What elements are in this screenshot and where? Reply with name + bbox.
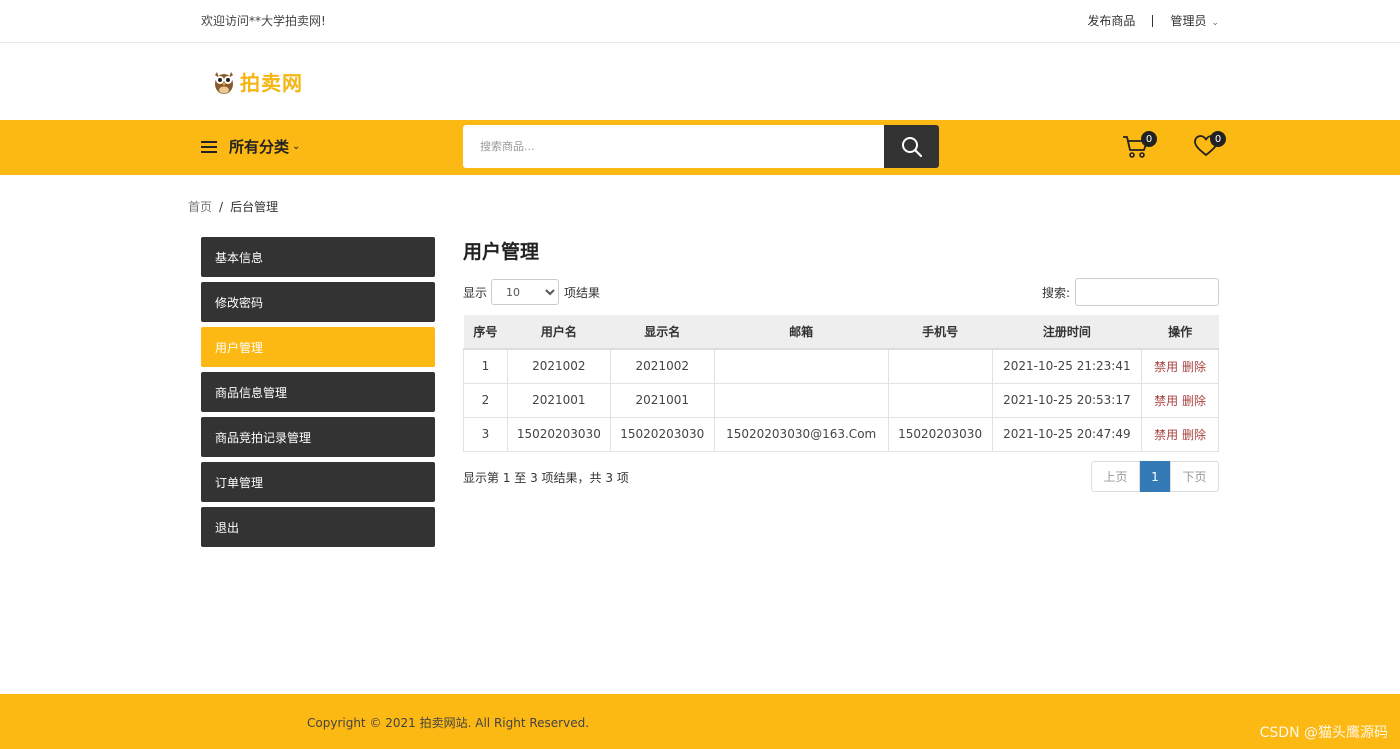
delete-link[interactable]: 删除 [1182, 428, 1206, 442]
page-title: 用户管理 [463, 241, 540, 263]
column-header[interactable]: 手机号 [888, 315, 993, 350]
top-bar: 欢迎访问**大学拍卖网! 发布商品 管理员 ⌄ [0, 0, 1400, 43]
chevron-down-icon: ⌄ [1211, 18, 1219, 28]
sidebar-item-bid-records[interactable]: 商品竞拍记录管理 [201, 417, 435, 457]
cart-count-badge: 0 [1141, 131, 1157, 147]
length-suffix: 项结果 [564, 285, 601, 300]
cell-email [713, 349, 889, 384]
top-bar-links: 发布商品 管理员 ⌄ [1087, 12, 1219, 29]
breadcrumb-home[interactable]: 首页 [188, 200, 212, 214]
cell-username: 2021001 [506, 382, 611, 418]
owl-logo-icon [215, 71, 233, 94]
delete-link[interactable]: 删除 [1182, 360, 1206, 374]
filter-label: 搜索: [1041, 285, 1070, 300]
search-icon [901, 136, 922, 157]
sidebar-item-user-management[interactable]: 用户管理 [201, 327, 435, 367]
main-content: 用户管理 显示 10 项结果 搜索: 序号 用户名 显示名 邮箱 手机号 注册时… [463, 237, 1219, 492]
all-categories-menu[interactable]: 所有分类 ⌄ [201, 136, 300, 157]
hamburger-icon [201, 140, 217, 153]
cell-register-time: 2021-10-25 20:47:49 [991, 416, 1143, 452]
disable-link[interactable]: 禁用 [1154, 360, 1178, 374]
publish-link[interactable]: 发布商品 [1087, 12, 1135, 29]
disable-link[interactable]: 禁用 [1154, 394, 1178, 408]
copyright-text: Copyright © 2021 拍卖网站. All Right Reserve… [307, 716, 590, 730]
breadcrumb: 首页 / 后台管理 [188, 198, 278, 215]
sidebar-item-orders[interactable]: 订单管理 [201, 462, 435, 502]
cell-register-time: 2021-10-25 21:23:41 [991, 349, 1143, 384]
cell-no: 1 [463, 349, 508, 384]
table-row: 3 15020203030 15020203030 15020203030@16… [463, 416, 1219, 452]
table-row: 2 2021001 2021001 2021-10-25 20:53:17 禁用… [463, 382, 1219, 418]
search-button[interactable] [884, 125, 939, 168]
cell-display-name: 2021002 [609, 349, 715, 384]
column-header[interactable]: 用户名 [507, 315, 611, 350]
table-header-row: 序号 用户名 显示名 邮箱 手机号 注册时间 操作 [463, 315, 1219, 350]
table-row: 1 2021002 2021002 2021-10-25 21:23:41 禁用… [463, 349, 1219, 384]
search-input[interactable] [463, 125, 884, 168]
page-length-select[interactable]: 10 [491, 279, 560, 305]
table-controls: 显示 10 项结果 搜索: [463, 278, 1219, 306]
all-categories-label: 所有分类 [229, 138, 290, 156]
table-filter: 搜索: [1042, 278, 1219, 306]
page-number-button[interactable]: 1 [1140, 461, 1170, 492]
sidebar-item-logout[interactable]: 退出 [201, 507, 435, 547]
cell-register-time: 2021-10-25 20:53:17 [991, 382, 1143, 418]
admin-menu[interactable]: 管理员 ⌄ [1170, 12, 1219, 29]
cell-display-name: 15020203030 [609, 416, 715, 452]
admin-sidebar: 基本信息 修改密码 用户管理 商品信息管理 商品竞拍记录管理 订单管理 退出 [201, 237, 435, 552]
sidebar-item-product-management[interactable]: 商品信息管理 [201, 372, 435, 412]
page-length-control: 显示 10 项结果 [463, 278, 600, 306]
column-header[interactable]: 注册时间 [992, 315, 1142, 350]
welcome-text: 欢迎访问**大学拍卖网! [201, 14, 326, 28]
prev-page-button[interactable]: 上页 [1091, 461, 1140, 492]
watermark-text: CSDN @猫头鹰源码 [1259, 725, 1388, 741]
chevron-down-icon: ⌄ [292, 141, 301, 152]
cell-email [713, 382, 889, 418]
delete-link[interactable]: 删除 [1182, 394, 1206, 408]
column-header[interactable]: 序号 [463, 315, 508, 350]
cell-no: 2 [463, 382, 508, 418]
cell-phone: 15020203030 [887, 416, 993, 452]
column-header[interactable]: 显示名 [610, 315, 715, 350]
footer: Copyright © 2021 拍卖网站. All Right Reserve… [0, 694, 1400, 749]
breadcrumb-current: 后台管理 [230, 200, 279, 214]
cell-actions: 禁用 删除 [1141, 416, 1219, 452]
cell-actions: 禁用 删除 [1141, 349, 1219, 384]
pagination: 上页 1 下页 [1091, 461, 1219, 492]
cell-phone [887, 349, 993, 384]
cell-display-name: 2021001 [609, 382, 715, 418]
cell-email: 15020203030@163.Com [713, 416, 889, 452]
cell-actions: 禁用 删除 [1141, 382, 1219, 418]
main-navbar: 所有分类 ⌄ 0 0 [0, 120, 1400, 175]
table-info: 显示第 1 至 3 项结果，共 3 项 [463, 471, 629, 485]
sidebar-item-basic-info[interactable]: 基本信息 [201, 237, 435, 277]
disable-link[interactable]: 禁用 [1154, 428, 1178, 442]
search-bar [463, 125, 939, 168]
cell-username: 2021002 [506, 349, 611, 384]
cell-phone [887, 382, 993, 418]
wishlist-button[interactable]: 0 [1193, 131, 1226, 162]
site-logo[interactable]: 拍卖网 [213, 67, 303, 96]
cart-button[interactable]: 0 [1122, 131, 1157, 164]
admin-label: 管理员 [1170, 14, 1207, 28]
filter-input[interactable] [1075, 278, 1219, 306]
divider [1152, 14, 1154, 27]
cell-no: 3 [463, 416, 508, 452]
wishlist-count-badge: 0 [1210, 131, 1226, 147]
breadcrumb-separator: / [219, 200, 224, 214]
column-header: 操作 [1141, 315, 1219, 350]
cell-username: 15020203030 [506, 416, 611, 452]
column-header[interactable]: 邮箱 [714, 315, 889, 350]
next-page-button[interactable]: 下页 [1170, 461, 1219, 492]
sidebar-item-change-password[interactable]: 修改密码 [201, 282, 435, 322]
length-prefix: 显示 [463, 285, 488, 300]
user-table: 序号 用户名 显示名 邮箱 手机号 注册时间 操作 1 2021002 2021… [463, 315, 1219, 452]
logo-text: 拍卖网 [240, 71, 303, 95]
